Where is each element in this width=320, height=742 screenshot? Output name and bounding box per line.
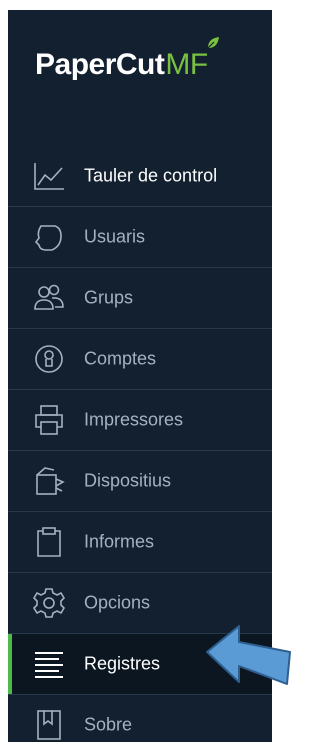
sidebar-item-label: Sobre — [84, 714, 133, 735]
brand-name: PaperCut — [35, 48, 165, 81]
user-head-icon — [32, 220, 66, 254]
sidebar-item-label: Dispositius — [84, 470, 172, 491]
sidebar-item-about[interactable]: Sobre — [8, 694, 272, 742]
sidebar-item-reports[interactable]: Informes — [8, 511, 272, 572]
sidebar-item-label: Grups — [84, 287, 134, 308]
pointer-arrow-icon — [206, 625, 291, 685]
book-icon — [32, 708, 66, 742]
clipboard-icon — [32, 525, 66, 559]
sidebar-item-label: Informes — [84, 531, 155, 552]
sidebar-item-label: Tauler de control — [84, 165, 218, 185]
leaf-icon — [207, 37, 219, 49]
sidebar-item-label: Impressores — [84, 409, 184, 430]
account-icon — [32, 342, 66, 376]
sidebar-item-users[interactable]: Usuaris — [8, 206, 272, 267]
list-lines-icon — [32, 647, 66, 681]
group-icon — [32, 281, 66, 315]
device-icon — [32, 464, 66, 498]
gear-icon — [32, 586, 66, 620]
sidebar-item-label: Registres — [84, 653, 161, 674]
sidebar-item-printers[interactable]: Impressores — [8, 389, 272, 450]
sidebar-item-devices[interactable]: Dispositius — [8, 450, 272, 511]
sidebar-item-groups[interactable]: Grups — [8, 267, 272, 328]
papercut-logo: PaperCutMF — [35, 37, 219, 82]
sidebar-item-dashboard[interactable]: Tauler de control — [8, 145, 272, 206]
sidebar-item-label: Comptes — [84, 348, 157, 369]
sidebar-item-label: Opcions — [84, 592, 151, 613]
sidebar-item-accounts[interactable]: Comptes — [8, 328, 272, 389]
sidebar-item-label: Usuaris — [84, 226, 146, 247]
dashboard-chart-icon — [32, 159, 66, 193]
brand-suffix: MF — [165, 48, 208, 81]
printer-icon — [32, 403, 66, 437]
